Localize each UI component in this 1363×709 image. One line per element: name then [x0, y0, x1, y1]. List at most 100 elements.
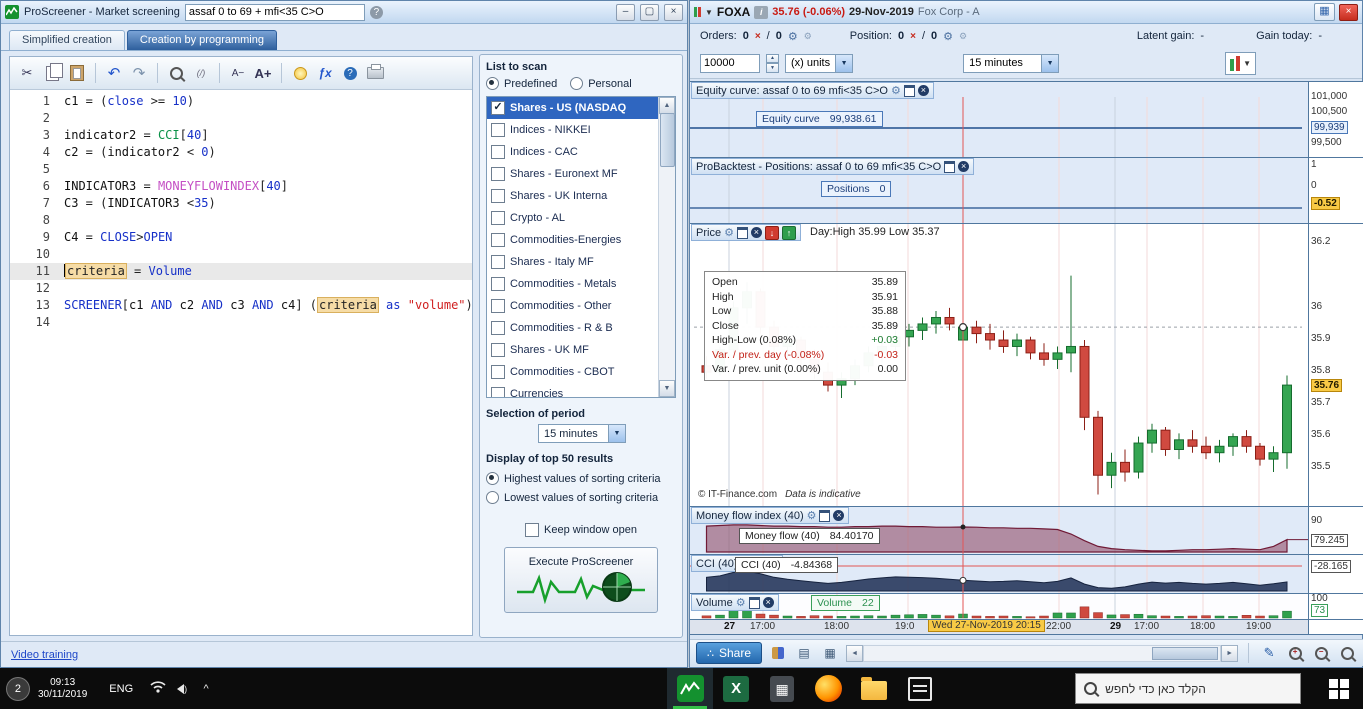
checkbox[interactable] [491, 145, 505, 159]
lowest-values-option[interactable]: Lowest values of sorting criteria [486, 491, 676, 504]
taskbar-app-prorealtime[interactable] [667, 668, 714, 709]
checkbox[interactable] [491, 255, 505, 269]
close-button[interactable]: × [664, 3, 683, 21]
scan-list-item[interactable]: Shares - Euronext MF [487, 163, 659, 185]
chart-close-button[interactable]: × [1339, 3, 1358, 21]
zoom-reset-icon[interactable] [1337, 644, 1357, 662]
scroll-thumb[interactable] [660, 113, 675, 167]
checkbox[interactable] [491, 123, 505, 137]
checkbox[interactable] [491, 189, 505, 203]
scroll-left-icon[interactable]: ◄ [846, 644, 864, 662]
draw-tool-icon[interactable]: ✎ [1259, 644, 1279, 662]
redo-icon[interactable]: ↷ [128, 62, 150, 84]
quantity-input[interactable] [700, 53, 760, 73]
checkbox[interactable] [491, 343, 505, 357]
code-line[interactable]: 6 INDICATOR3 = MONEYFLOWINDEX[40] [10, 178, 472, 195]
close-panel-icon[interactable]: × [833, 510, 845, 521]
chart-hscrollbar[interactable]: ◄ ► [846, 644, 1239, 662]
orders-display-icon[interactable] [768, 644, 788, 662]
scan-list-item[interactable]: Crypto - AL [487, 207, 659, 229]
highest-values-option[interactable]: Highest values of sorting criteria [486, 472, 676, 485]
scan-list-item[interactable]: Commodities - CBOT [487, 361, 659, 383]
price-axis-strip[interactable]: 101,000 100,500 99,939 99,500 1 0 -0.52 36.2 36 3… [1308, 81, 1363, 635]
highest-radio[interactable] [486, 472, 499, 485]
keep-open-checkbox[interactable] [525, 523, 540, 537]
position-settings-icon-small[interactable]: ⚙ [959, 31, 967, 42]
scan-list-item[interactable]: Shares - UK MF [487, 339, 659, 361]
taskbar-app-tasks[interactable] [897, 668, 943, 709]
taskbar-app-calculator[interactable]: ▦ [759, 668, 805, 709]
screener-name-input[interactable] [184, 3, 365, 21]
period-select[interactable]: 15 minutes ▼ [538, 424, 626, 443]
grid-view-icon[interactable]: ▦ [820, 644, 840, 662]
clock[interactable]: 09:13 30/11/2019 [38, 677, 87, 701]
code-line[interactable]: 5 [10, 161, 472, 178]
scan-list-item[interactable]: Shares - UK Interna [487, 185, 659, 207]
detach-window-icon[interactable] [819, 509, 831, 522]
minimize-button[interactable]: – [616, 3, 635, 21]
lowest-radio[interactable] [486, 491, 499, 504]
scan-list-item[interactable]: Shares - Italy MF [487, 251, 659, 273]
code-line[interactable]: 10 [10, 246, 472, 263]
volume-icon[interactable]: ) [171, 683, 193, 695]
list-view-icon[interactable]: ▤ [794, 644, 814, 662]
scroll-thumb[interactable] [1152, 646, 1219, 660]
detach-window-icon[interactable] [944, 160, 956, 173]
scroll-track[interactable] [863, 644, 1222, 662]
equity-value-label[interactable]: Equity curve 99,938.61 [756, 111, 883, 127]
taskbar-search[interactable]: הקלד כאן כדי לחפש [1075, 673, 1301, 704]
close-panel-icon[interactable]: × [958, 161, 970, 172]
help-icon[interactable]: ? [339, 62, 361, 84]
market-listbox[interactable]: ✓ Shares - US (NASDAQ Indices - NIKKEI Indi… [486, 96, 676, 398]
zoom-in-icon[interactable]: + [1285, 644, 1305, 662]
scan-list-item[interactable]: ✓ Shares - US (NASDAQ [487, 97, 659, 119]
buy-arrow-icon[interactable]: ↑ [781, 225, 796, 240]
quantity-stepper[interactable]: ▲ ▼ [766, 53, 779, 73]
detach-window-icon[interactable] [903, 84, 915, 97]
hint-icon[interactable] [289, 62, 311, 84]
comment-icon[interactable]: (/) [190, 62, 212, 84]
timeframe-select[interactable]: 15 minutes ▼ [963, 53, 1060, 73]
equity-panel-header[interactable]: Equity curve: assaf 0 to 69 mfi<35 C>O ⚙… [691, 82, 934, 99]
info-icon[interactable]: i [754, 5, 769, 19]
scan-list-item[interactable]: Indices - CAC [487, 141, 659, 163]
tab-creation-by-programming[interactable]: Creation by programming [126, 30, 277, 50]
volume-value-label[interactable]: Volume 22 [811, 595, 880, 611]
close-panel-icon[interactable]: × [750, 227, 762, 238]
chevron-down-icon[interactable]: ▼ [608, 425, 625, 442]
price-panel-header[interactable]: Price ⚙ × ↓ ↑ [691, 224, 801, 241]
orders-settings-icon[interactable]: ⚙ [788, 30, 798, 43]
detach-window-icon[interactable] [736, 226, 748, 239]
zoom-icon[interactable] [165, 62, 187, 84]
execute-proscreener-button[interactable]: Execute ProScreener [504, 547, 658, 613]
code-line[interactable]: 13 SCREENER[c1 AND c2 AND c3 AND c4] (cri… [10, 297, 472, 314]
code-line[interactable]: 3 indicator2 = CCI[40] [10, 127, 472, 144]
checkbox[interactable] [491, 211, 505, 225]
code-line[interactable]: 1 c1 = (close >= 10) [10, 93, 472, 110]
share-button[interactable]: ∴ Share [696, 642, 763, 664]
scan-list-item[interactable]: Currencies [487, 383, 659, 397]
scroll-down-icon[interactable]: ▼ [659, 380, 675, 397]
checkbox[interactable] [491, 365, 505, 379]
positions-panel-header[interactable]: ProBacktest - Positions: assaf 0 to 69 m… [691, 158, 975, 175]
code-line[interactable]: 7 C3 = (INDICATOR3 <35) [10, 195, 472, 212]
mfi-panel-header[interactable]: Money flow index (40) ⚙ × [691, 507, 850, 524]
close-panel-icon[interactable]: × [762, 597, 774, 608]
cancel-orders-icon[interactable]: × [755, 31, 761, 42]
taskbar-app-firefox[interactable] [805, 668, 851, 709]
cci-value-label[interactable]: CCI (40) -4.84368 [735, 557, 839, 573]
scan-list-item[interactable]: Commodities - Metals [487, 273, 659, 295]
symbol[interactable]: FOXA [717, 5, 750, 19]
code-line[interactable]: 9 C4 = CLOSE>OPEN [10, 229, 472, 246]
language-indicator[interactable]: ENG [109, 683, 133, 695]
time-axis-labels[interactable]: 27 17:00 18:00 19:0 Wed 27-Nov-2019 20:15 22:… [690, 619, 1308, 635]
mfi-value-label[interactable]: Money flow (40) 84.40170 [739, 528, 880, 544]
checkbox[interactable] [491, 233, 505, 247]
wrench-icon[interactable]: ⚙ [736, 596, 746, 609]
checkbox[interactable] [491, 167, 505, 181]
volume-panel-header[interactable]: Volume ⚙ × [691, 594, 779, 611]
insert-function-icon[interactable]: ƒx [314, 62, 336, 84]
checkbox[interactable]: ✓ [491, 101, 505, 115]
close-panel-icon[interactable]: × [917, 85, 929, 96]
predefined-radio[interactable] [486, 77, 499, 90]
